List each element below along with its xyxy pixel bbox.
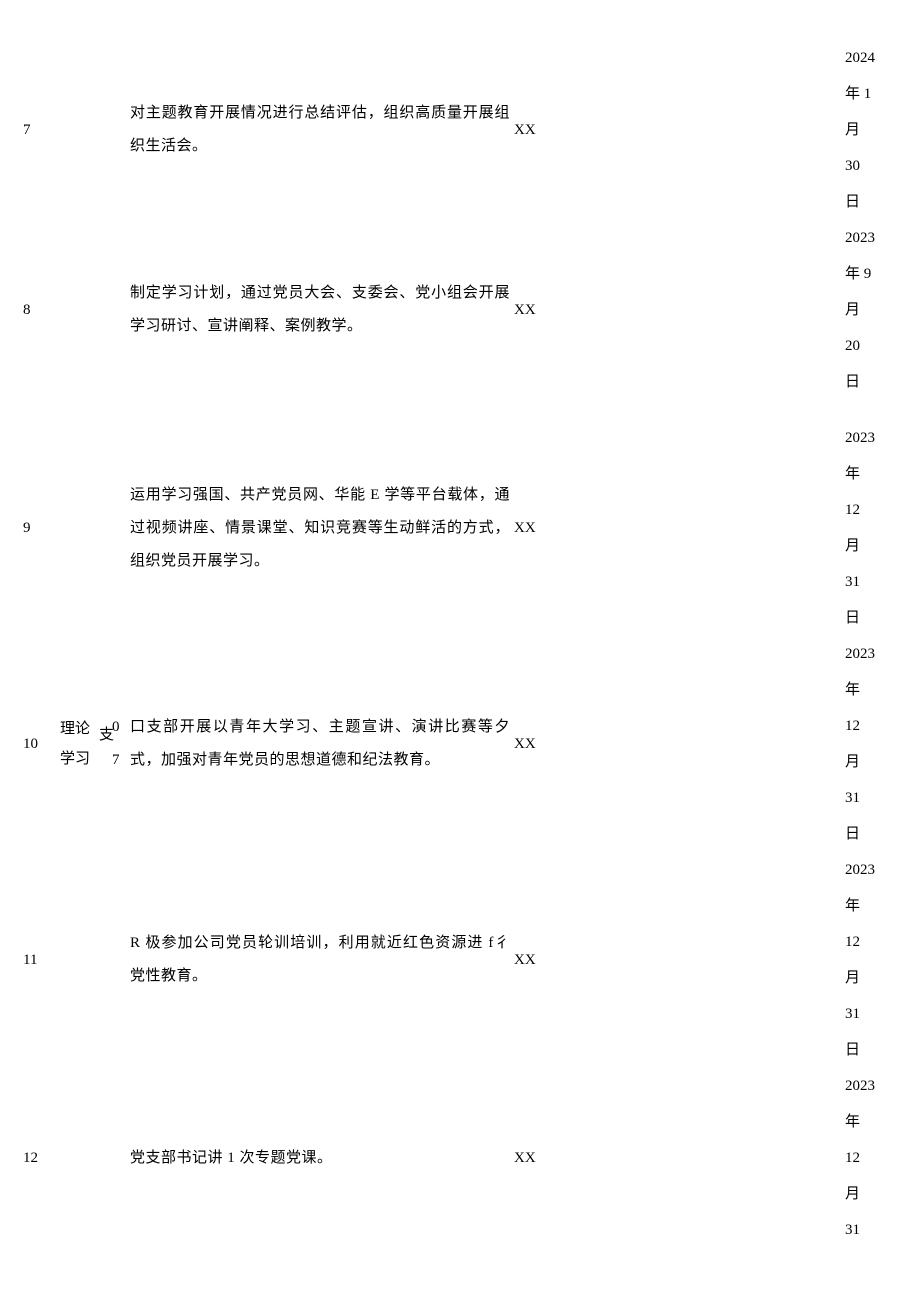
responsible-cell: XX	[510, 297, 555, 324]
description-cell: 口支部开展以青年大学习、主题宣讲、演讲比赛等夕式，加强对青年党员的思想道德和纪法…	[130, 711, 510, 777]
date-line: 31	[845, 1212, 905, 1248]
table-row: 7 对主题教育开展情况进行总结评估，组织高质量开展组织生活会。 XX 2024 …	[15, 40, 905, 220]
date-line: 月	[845, 528, 905, 564]
description-cell: 对主题教育开展情况进行总结评估，组织高质量开展组织生活会。	[130, 97, 510, 163]
subcategory-cell: 0 7	[112, 711, 130, 777]
date-line: 12	[845, 492, 905, 528]
row-number: 12	[15, 1145, 60, 1172]
subcategory-line: 0	[112, 711, 130, 744]
table-row: 11 R 极参加公司党员轮训培训，利用就近红色资源进 f彳 党性教育。 XX 2…	[15, 852, 905, 1068]
date-line: 月	[845, 960, 905, 996]
category-label: 理论 学习	[60, 714, 90, 774]
table-row: 12 党支部书记讲 1 次专题党课。 XX 2023 年 12 月 31	[15, 1068, 905, 1248]
responsible-cell: XX	[510, 731, 555, 758]
table-row: 8 制定学习计划，通过党员大会、支委会、党小组会开展学习研讨、宣讲阐释、案例教学…	[15, 220, 905, 400]
date-cell: 2023 年 12 月 31	[845, 1068, 905, 1248]
category-cell: 理论 学习 支	[60, 714, 112, 774]
subcategory-label-part: 支	[99, 720, 114, 750]
table-row: 9 运用学习强国、共产党员网、华能 E 学等平台载体，通过视频讲座、情景课堂、知…	[15, 420, 905, 636]
date-line: 20	[845, 328, 905, 364]
table-row: 10 理论 学习 支 0 7 口支部开展以青年大学习、主题宣讲、演讲比赛等夕式，…	[15, 636, 905, 852]
date-line: 年 1	[845, 76, 905, 112]
date-line: 月	[845, 292, 905, 328]
date-cell: 2023 年 12 月 31 日	[845, 636, 905, 852]
date-line: 31	[845, 780, 905, 816]
date-line: 年	[845, 888, 905, 924]
responsible-cell: XX	[510, 947, 555, 974]
date-line: 年	[845, 1104, 905, 1140]
row-number: 10	[15, 731, 60, 758]
subcategory-line: 7	[112, 744, 130, 777]
date-line: 月	[845, 112, 905, 148]
date-line: 2023	[845, 420, 905, 456]
row-number: 9	[15, 515, 60, 542]
date-line: 年	[845, 456, 905, 492]
date-line: 30	[845, 148, 905, 184]
row-number: 8	[15, 297, 60, 324]
date-cell: 2023 年 12 月 31 日	[845, 852, 905, 1068]
date-cell: 2023 年 12 月 31 日	[845, 420, 905, 636]
description-cell: 党支部书记讲 1 次专题党课。	[130, 1142, 510, 1175]
document-page: 7 对主题教育开展情况进行总结评估，组织高质量开展组织生活会。 XX 2024 …	[15, 40, 905, 1248]
date-line: 年	[845, 672, 905, 708]
description-cell: R 极参加公司党员轮训培训，利用就近红色资源进 f彳 党性教育。	[130, 927, 510, 993]
date-line: 12	[845, 1140, 905, 1176]
date-line: 日	[845, 816, 905, 852]
date-cell: 2024 年 1 月 30 日	[845, 40, 905, 220]
date-line: 31	[845, 564, 905, 600]
row-number: 7	[15, 117, 60, 144]
date-line: 月	[845, 744, 905, 780]
date-line: 日	[845, 364, 905, 400]
date-line: 2023	[845, 852, 905, 888]
date-cell: 2023 年 9 月 20 日	[845, 220, 905, 400]
responsible-cell: XX	[510, 515, 555, 542]
responsible-cell: XX	[510, 117, 555, 144]
date-line: 12	[845, 924, 905, 960]
description-cell: 运用学习强国、共产党员网、华能 E 学等平台载体，通过视频讲座、情景课堂、知识竞…	[130, 479, 510, 578]
date-line: 2024	[845, 40, 905, 76]
date-line: 2023	[845, 220, 905, 256]
date-line: 月	[845, 1176, 905, 1212]
date-line: 日	[845, 600, 905, 636]
date-line: 年 9	[845, 256, 905, 292]
description-cell: 制定学习计划，通过党员大会、支委会、党小组会开展学习研讨、宣讲阐释、案例教学。	[130, 277, 510, 343]
date-line: 12	[845, 708, 905, 744]
responsible-cell: XX	[510, 1145, 555, 1172]
date-line: 2023	[845, 636, 905, 672]
row-number: 11	[15, 947, 60, 974]
date-line: 日	[845, 1032, 905, 1068]
date-line: 日	[845, 184, 905, 220]
date-line: 2023	[845, 1068, 905, 1104]
date-line: 31	[845, 996, 905, 1032]
